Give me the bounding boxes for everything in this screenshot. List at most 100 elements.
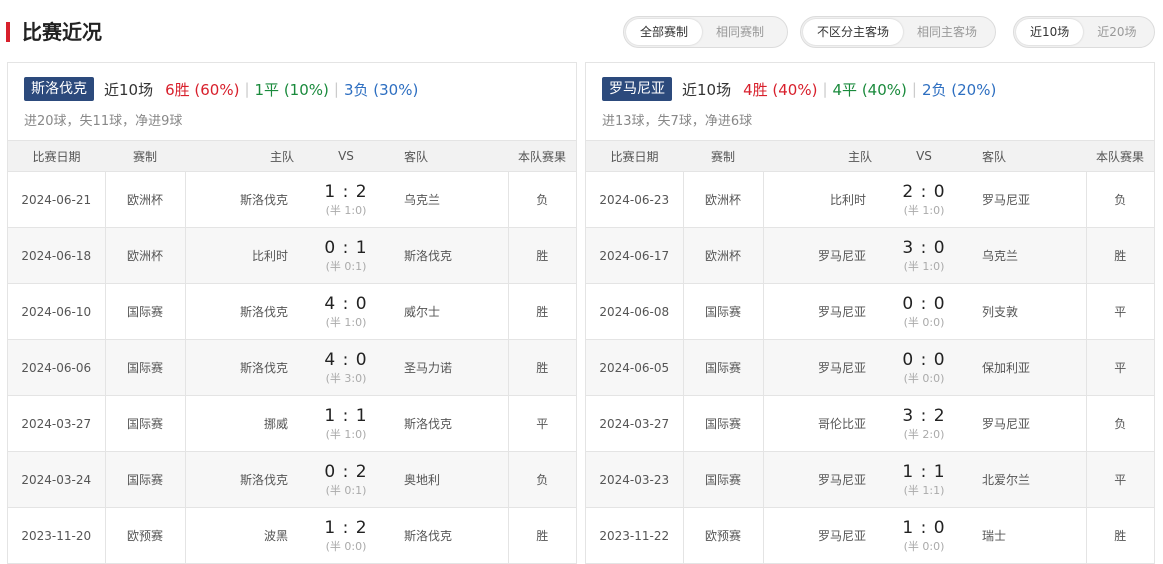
home-team[interactable]: 波黑 <box>185 507 306 564</box>
title-accent-bar <box>6 22 10 42</box>
away-team[interactable]: 罗马尼亚 <box>964 171 1087 228</box>
home-team[interactable]: 斯洛伐克 <box>185 171 306 228</box>
full-time-score: 1 : 1 <box>902 461 946 482</box>
col-competition: 赛制 <box>683 140 763 172</box>
table-header-row: 比赛日期 赛制 主队 VS 客队 本队赛果 <box>586 140 1154 172</box>
match-result: 胜 <box>1086 227 1154 284</box>
team-name-badge[interactable]: 罗马尼亚 <box>602 77 672 101</box>
away-team[interactable]: 列支敦 <box>964 283 1087 340</box>
away-team[interactable]: 圣马力诺 <box>386 339 509 396</box>
full-time-score: 1 : 2 <box>324 517 368 538</box>
half-time-score: (半 1:0) <box>325 315 367 329</box>
filter-last-10[interactable]: 近10场 <box>1016 19 1084 45</box>
match-date: 2024-06-06 <box>8 339 106 396</box>
team-name-badge[interactable]: 斯洛伐克 <box>24 77 94 101</box>
filter-same-venue[interactable]: 相同主客场 <box>903 19 991 45</box>
losses-stat: 3负 (30%) <box>343 80 419 99</box>
away-team[interactable]: 瑞士 <box>964 507 1087 564</box>
away-team[interactable]: 威尔士 <box>386 283 509 340</box>
match-competition: 欧预赛 <box>683 507 764 564</box>
col-date: 比赛日期 <box>586 140 683 172</box>
home-team[interactable]: 罗马尼亚 <box>763 227 884 284</box>
home-team[interactable]: 比利时 <box>185 227 306 284</box>
score-cell: 1 : 2 (半 1:0) <box>306 171 386 228</box>
home-team[interactable]: 斯洛伐克 <box>185 339 306 396</box>
score-cell: 4 : 0 (半 3:0) <box>306 339 386 396</box>
section-title: 比赛近况 <box>22 20 102 44</box>
filter-all-competitions[interactable]: 全部赛制 <box>626 19 703 45</box>
losses-stat: 2负 (20%) <box>921 80 997 99</box>
away-team[interactable]: 北爱尔兰 <box>964 451 1087 508</box>
score-cell: 0 : 0 (半 0:0) <box>884 283 964 340</box>
full-time-score: 0 : 0 <box>902 349 946 370</box>
match-row[interactable]: 2023-11-22 欧预赛 罗马尼亚 1 : 0 (半 0:0) 瑞士胜 <box>586 507 1154 564</box>
match-competition: 国际赛 <box>683 339 764 396</box>
wins-stat: 4胜 (40%) <box>743 80 818 99</box>
away-team[interactable]: 奥地利 <box>386 451 509 508</box>
competition-filter: 全部赛制 相同赛制 <box>623 16 788 48</box>
match-competition: 国际赛 <box>683 395 764 452</box>
home-team[interactable]: 哥伦比亚 <box>763 395 884 452</box>
match-row[interactable]: 2024-06-18 欧洲杯 比利时 0 : 1 (半 0:1) 斯洛伐克胜 <box>8 227 576 284</box>
match-date: 2024-06-23 <box>586 171 684 228</box>
match-date: 2024-06-21 <box>8 171 106 228</box>
match-result: 负 <box>508 171 576 228</box>
match-competition: 国际赛 <box>683 283 764 340</box>
away-team[interactable]: 乌克兰 <box>386 171 509 228</box>
away-team[interactable]: 罗马尼亚 <box>964 395 1087 452</box>
match-row[interactable]: 2024-03-27 国际赛 哥伦比亚 3 : 2 (半 2:0) 罗马尼亚负 <box>586 395 1154 452</box>
full-time-score: 4 : 0 <box>324 293 368 314</box>
match-competition: 欧洲杯 <box>683 227 764 284</box>
half-time-score: (半 1:0) <box>903 203 945 217</box>
home-team[interactable]: 挪威 <box>185 395 306 452</box>
away-team[interactable]: 乌克兰 <box>964 227 1087 284</box>
away-team[interactable]: 保加利亚 <box>964 339 1087 396</box>
filter-last-20[interactable]: 近20场 <box>1083 19 1150 45</box>
col-competition: 赛制 <box>105 140 185 172</box>
home-team[interactable]: 罗马尼亚 <box>763 283 884 340</box>
match-row[interactable]: 2024-06-17 欧洲杯 罗马尼亚 3 : 0 (半 1:0) 乌克兰胜 <box>586 227 1154 284</box>
match-row[interactable]: 2024-06-05 国际赛 罗马尼亚 0 : 0 (半 0:0) 保加利亚平 <box>586 339 1154 396</box>
match-row[interactable]: 2024-03-23 国际赛 罗马尼亚 1 : 1 (半 1:1) 北爱尔兰平 <box>586 451 1154 508</box>
match-row[interactable]: 2024-06-23 欧洲杯 比利时 2 : 0 (半 1:0) 罗马尼亚负 <box>586 171 1154 228</box>
draws-stat: 1平 (10%) <box>254 80 329 99</box>
home-team[interactable]: 罗马尼亚 <box>763 339 884 396</box>
match-row[interactable]: 2024-03-24 国际赛 斯洛伐克 0 : 2 (半 0:1) 奥地利负 <box>8 451 576 508</box>
half-time-score: (半 1:0) <box>325 203 367 217</box>
score-cell: 1 : 1 (半 1:1) <box>884 451 964 508</box>
match-date: 2024-03-23 <box>586 451 684 508</box>
recent-label: 近10场 <box>682 80 732 99</box>
section-header: 比赛近况 全部赛制 相同赛制 不区分主客场 相同主客场 近10场 近20场 <box>0 0 1163 64</box>
match-row[interactable]: 2024-06-10 国际赛 斯洛伐克 4 : 0 (半 1:0) 威尔士胜 <box>8 283 576 340</box>
half-time-score: (半 1:0) <box>903 259 945 273</box>
filter-same-competition[interactable]: 相同赛制 <box>702 19 778 45</box>
match-result: 负 <box>1086 395 1154 452</box>
match-row[interactable]: 2024-03-27 国际赛 挪威 1 : 1 (半 1:0) 斯洛伐克平 <box>8 395 576 452</box>
col-result: 本队赛果 <box>508 140 576 172</box>
home-team[interactable]: 斯洛伐克 <box>185 283 306 340</box>
match-row[interactable]: 2024-06-08 国际赛 罗马尼亚 0 : 0 (半 0:0) 列支敦平 <box>586 283 1154 340</box>
home-team[interactable]: 比利时 <box>763 171 884 228</box>
score-cell: 0 : 2 (半 0:1) <box>306 451 386 508</box>
match-row[interactable]: 2024-06-21 欧洲杯 斯洛伐克 1 : 2 (半 1:0) 乌克兰负 <box>8 171 576 228</box>
col-home: 主队 <box>185 140 306 172</box>
away-team[interactable]: 斯洛伐克 <box>386 395 509 452</box>
match-row[interactable]: 2024-06-06 国际赛 斯洛伐克 4 : 0 (半 3:0) 圣马力诺胜 <box>8 339 576 396</box>
half-time-score: (半 0:1) <box>325 259 367 273</box>
full-time-score: 1 : 1 <box>324 405 368 426</box>
matches-table: 比赛日期 赛制 主队 VS 客队 本队赛果 2024-06-21 欧洲杯 斯洛伐克 1… <box>8 140 576 564</box>
draws-stat: 4平 (40%) <box>832 80 907 99</box>
away-team[interactable]: 斯洛伐克 <box>386 227 509 284</box>
home-team[interactable]: 罗马尼亚 <box>763 507 884 564</box>
match-row[interactable]: 2023-11-20 欧预赛 波黑 1 : 2 (半 0:0) 斯洛伐克胜 <box>8 507 576 564</box>
team-panel-left: 斯洛伐克 近10场 6胜 (60%) | 1平 (10%) | 3负 (30%)… <box>7 62 577 564</box>
table-header-row: 比赛日期 赛制 主队 VS 客队 本队赛果 <box>8 140 576 172</box>
full-time-score: 3 : 0 <box>902 237 946 258</box>
away-team[interactable]: 斯洛伐克 <box>386 507 509 564</box>
match-competition: 国际赛 <box>105 451 186 508</box>
home-team[interactable]: 罗马尼亚 <box>763 451 884 508</box>
filter-any-venue[interactable]: 不区分主客场 <box>803 19 904 45</box>
match-competition: 欧洲杯 <box>683 171 764 228</box>
match-count-filter: 近10场 近20场 <box>1013 16 1155 48</box>
home-team[interactable]: 斯洛伐克 <box>185 451 306 508</box>
